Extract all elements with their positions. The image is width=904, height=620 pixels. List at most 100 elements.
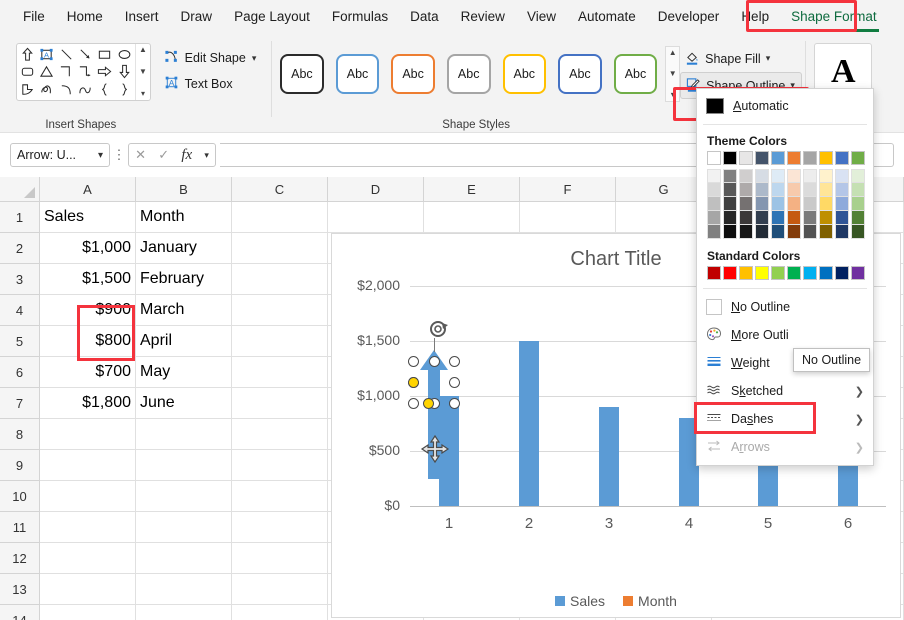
theme-variant-column-9[interactable] [835, 169, 849, 239]
theme-variant-6-2[interactable] [787, 183, 801, 197]
row-header-1[interactable]: 1 [0, 202, 40, 233]
row-header-10[interactable]: 10 [0, 481, 40, 512]
theme-variant-6-3[interactable] [787, 197, 801, 211]
theme-variant-10-2[interactable] [851, 183, 865, 197]
row-header-4[interactable]: 4 [0, 295, 40, 326]
resize-handle-bottom-left[interactable] [408, 398, 419, 409]
shape-style-1[interactable]: Abc [280, 54, 324, 94]
cell-A9[interactable] [40, 450, 136, 481]
cell-F1[interactable] [520, 202, 616, 233]
tab-help[interactable]: Help [730, 4, 780, 30]
tab-file[interactable]: File [12, 4, 56, 30]
theme-variant-column-7[interactable] [803, 169, 817, 239]
menu-item-sketched[interactable]: Sketched ❯ [697, 377, 873, 405]
rotate-icon[interactable] [428, 318, 450, 343]
theme-variant-1-5[interactable] [707, 225, 721, 239]
cell-A3[interactable]: $1,500 [40, 264, 136, 295]
standard-color-orange[interactable] [739, 266, 753, 280]
curve-shape-icon[interactable] [57, 81, 76, 98]
theme-color-royal-blue[interactable] [835, 151, 849, 165]
resize-handle-top-right[interactable] [449, 356, 460, 367]
scribble-shape-icon[interactable] [37, 81, 56, 98]
cell-B1[interactable]: Month [136, 202, 232, 233]
theme-variant-6-5[interactable] [787, 225, 801, 239]
standard-colors-row[interactable] [697, 266, 873, 280]
theme-colors-base-row[interactable] [697, 151, 873, 165]
text-box-button[interactable]: A Text Box [162, 71, 271, 97]
cell-A5[interactable]: $800 [40, 326, 136, 357]
theme-variant-7-3[interactable] [803, 197, 817, 211]
cell-A11[interactable] [40, 512, 136, 543]
enter-icon[interactable]: ✓ [158, 147, 169, 163]
theme-variant-5-1[interactable] [771, 169, 785, 183]
triangle-shape-icon[interactable] [37, 63, 56, 80]
theme-variant-6-1[interactable] [787, 169, 801, 183]
cell-B2[interactable]: January [136, 233, 232, 264]
cell-A14[interactable] [40, 605, 136, 620]
menu-item-dashes[interactable]: Dashes ❯ [697, 405, 873, 433]
column-header-E[interactable]: E [424, 177, 520, 201]
resize-handle-middle-right[interactable] [449, 377, 460, 388]
cell-C13[interactable] [232, 574, 328, 605]
row-header-11[interactable]: 11 [0, 512, 40, 543]
menu-item-no-outline[interactable]: No Outline [697, 293, 873, 321]
right-brace-shape-icon[interactable] [115, 81, 134, 98]
cell-C8[interactable] [232, 419, 328, 450]
theme-variant-3-1[interactable] [739, 169, 753, 183]
resize-handle-top-left[interactable] [408, 356, 419, 367]
theme-variant-1-1[interactable] [707, 169, 721, 183]
theme-variant-3-4[interactable] [739, 211, 753, 225]
cell-C10[interactable] [232, 481, 328, 512]
adjust-handle-height[interactable] [423, 398, 434, 409]
shape-style-7[interactable]: Abc [613, 54, 658, 94]
cell-E1[interactable] [424, 202, 520, 233]
up-arrow-shape-selected[interactable] [408, 321, 460, 479]
theme-variant-9-3[interactable] [835, 197, 849, 211]
cell-A4[interactable]: $900 [40, 295, 136, 326]
cell-C11[interactable] [232, 512, 328, 543]
cell-C5[interactable] [232, 326, 328, 357]
tab-shape-format[interactable]: Shape Format [780, 4, 888, 32]
theme-variant-column-5[interactable] [771, 169, 785, 239]
cell-B14[interactable] [136, 605, 232, 620]
theme-variant-7-1[interactable] [803, 169, 817, 183]
theme-variant-3-2[interactable] [739, 183, 753, 197]
standard-color-dark-blue[interactable] [835, 266, 849, 280]
theme-variant-10-1[interactable] [851, 169, 865, 183]
bar-2-sales[interactable] [519, 341, 539, 506]
submenu-chevron-right-icon[interactable]: ❯ [855, 413, 864, 426]
chevron-down-icon[interactable]: ▾ [252, 53, 257, 64]
theme-variant-4-1[interactable] [755, 169, 769, 183]
tab-data[interactable]: Data [399, 4, 450, 30]
up-arrow-shape-icon[interactable] [18, 46, 37, 63]
cell-A10[interactable] [40, 481, 136, 512]
theme-variant-8-4[interactable] [819, 211, 833, 225]
theme-variant-1-2[interactable] [707, 183, 721, 197]
cell-B5[interactable]: April [136, 326, 232, 357]
theme-variant-column-1[interactable] [707, 169, 721, 239]
cell-C9[interactable] [232, 450, 328, 481]
theme-variant-10-5[interactable] [851, 225, 865, 239]
theme-variant-1-3[interactable] [707, 197, 721, 211]
theme-color-gray[interactable] [803, 151, 817, 165]
chevron-down-icon[interactable]: ▾ [204, 150, 209, 161]
cell-C7[interactable] [232, 388, 328, 419]
row-header-5[interactable]: 5 [0, 326, 40, 357]
theme-variant-column-10[interactable] [851, 169, 865, 239]
theme-variant-2-5[interactable] [723, 225, 737, 239]
cell-B13[interactable] [136, 574, 232, 605]
shape-style-6[interactable]: Abc [558, 54, 602, 94]
adjust-handle-width[interactable] [408, 377, 419, 388]
shape-styles-scrollbar[interactable]: ▲ ▼ ▾ [665, 46, 681, 102]
standard-color-green[interactable] [787, 266, 801, 280]
theme-variant-9-5[interactable] [835, 225, 849, 239]
resize-handle-bottom-right[interactable] [449, 398, 460, 409]
resize-handle-top-center[interactable] [428, 356, 440, 367]
chevron-down-icon[interactable]: ▾ [766, 53, 771, 64]
theme-variant-8-1[interactable] [819, 169, 833, 183]
tab-insert[interactable]: Insert [114, 4, 170, 30]
cell-D1[interactable] [328, 202, 424, 233]
menu-item-automatic[interactable]: Automatic [697, 92, 873, 120]
theme-variant-10-4[interactable] [851, 211, 865, 225]
text-box-shape-icon[interactable]: A [37, 46, 56, 63]
